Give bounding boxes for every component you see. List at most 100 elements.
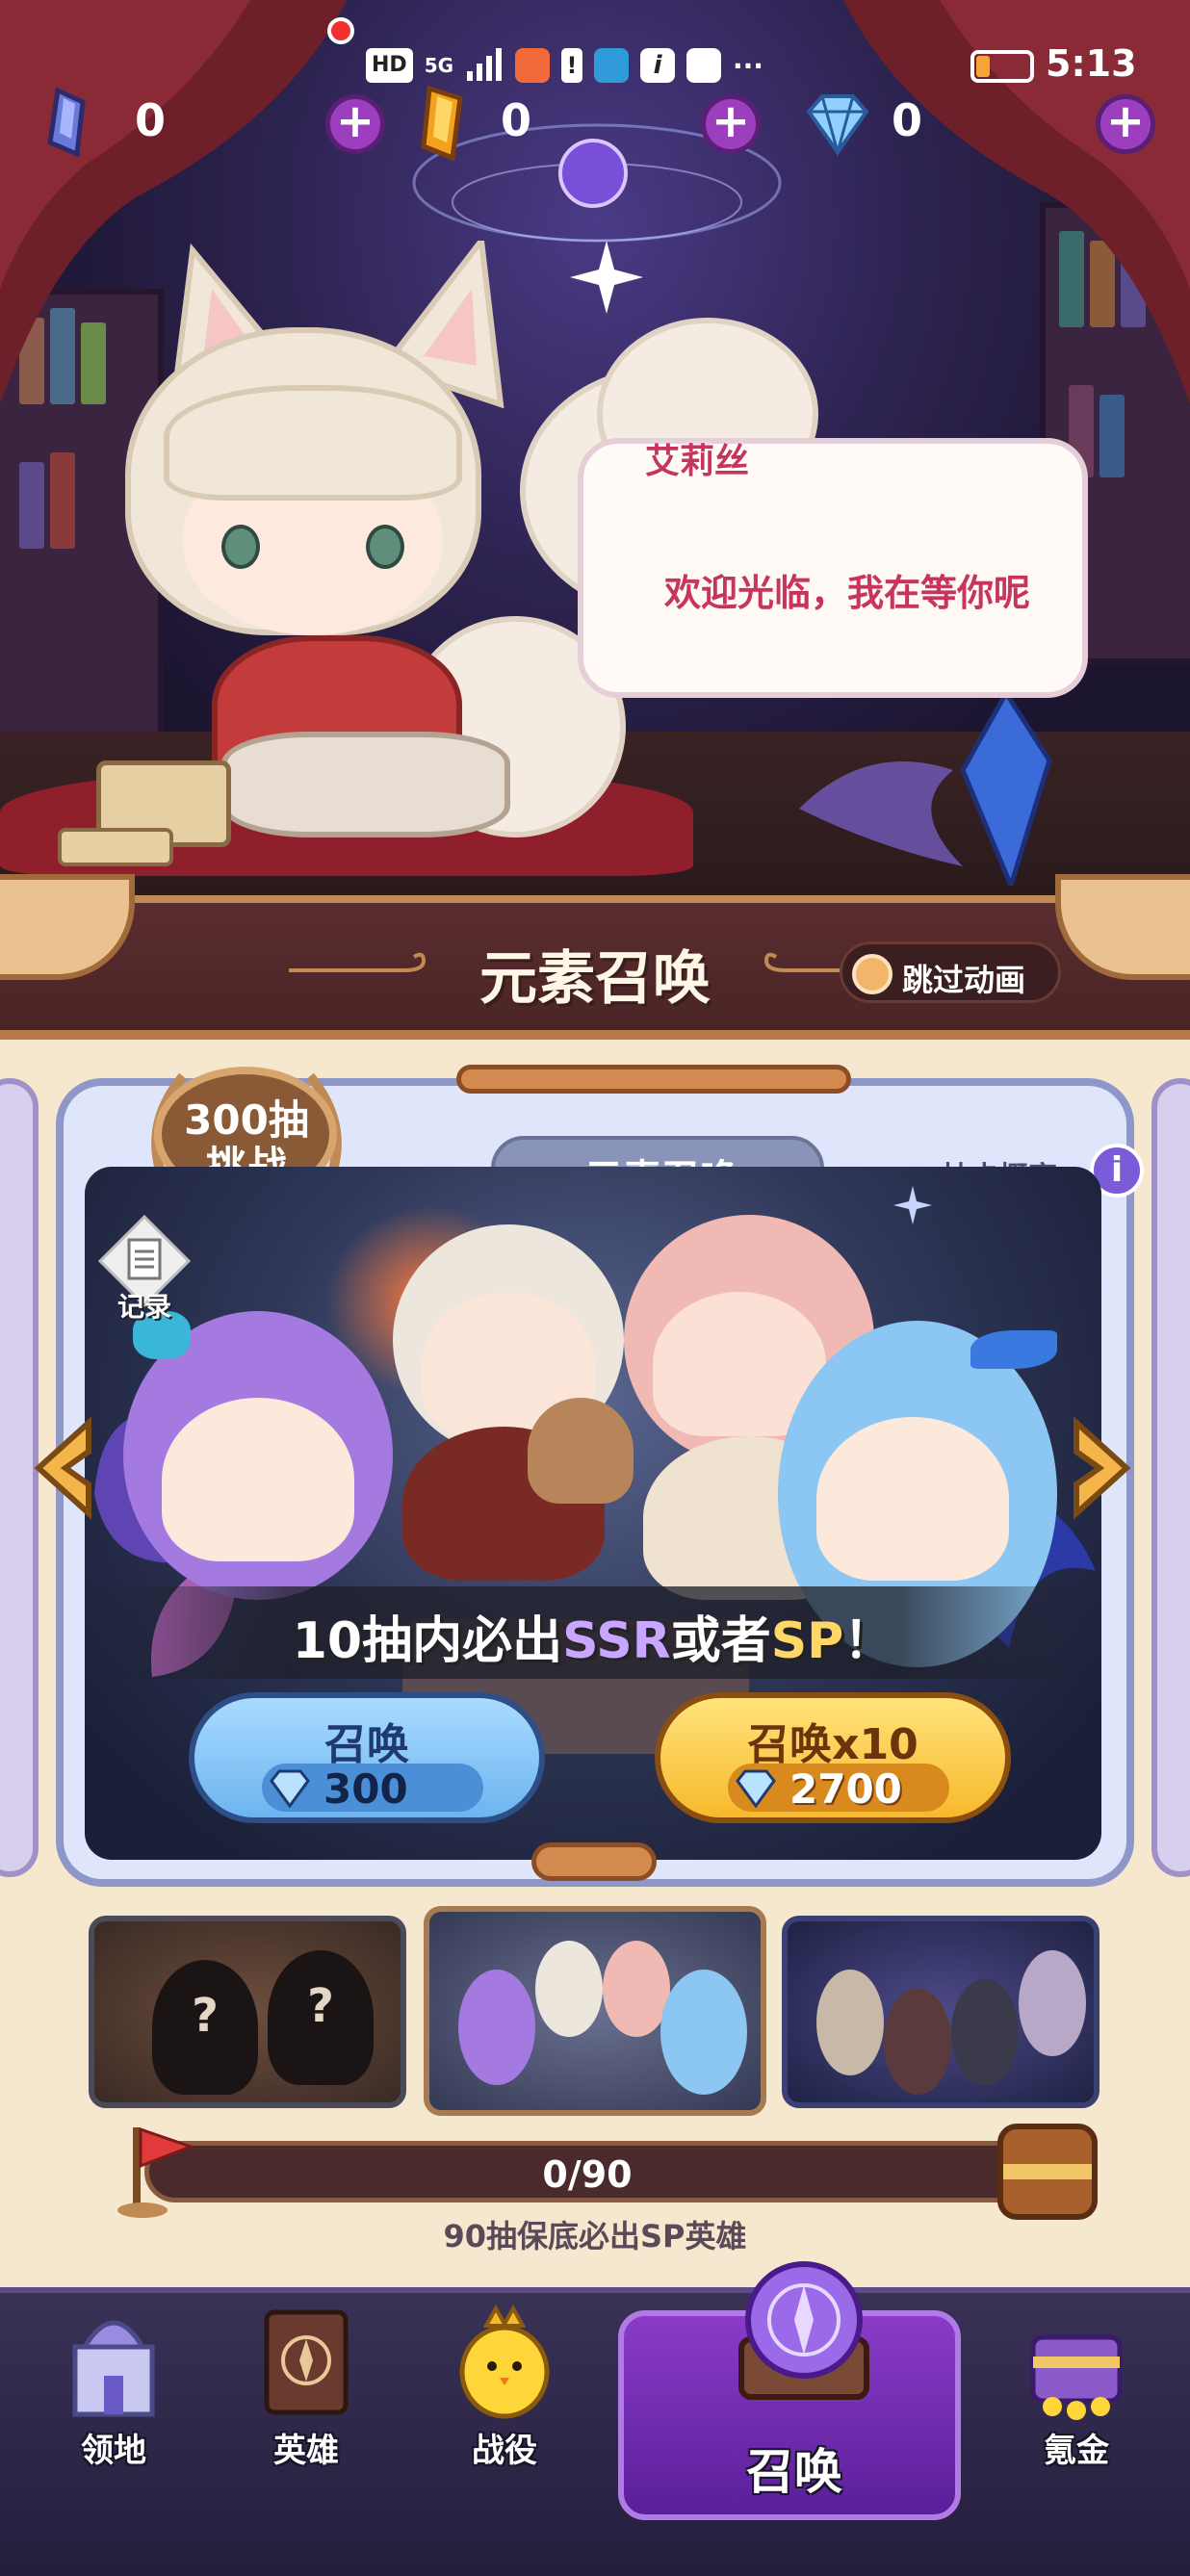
prev-banner-arrow[interactable] <box>29 1415 96 1521</box>
purple-crystal-icon <box>47 87 86 158</box>
currency-gold: 0 + <box>404 85 770 162</box>
bag-icon <box>686 48 722 83</box>
currency-value: 0 <box>135 94 167 146</box>
summon-ten-button[interactable]: 召唤x10 2700 <box>655 1692 1011 1823</box>
thumb-hero <box>884 1989 951 2095</box>
caption-text: 或者 <box>670 1612 771 1670</box>
summon-ten-label: 召唤x10 <box>747 1720 918 1769</box>
question-mark: ? <box>307 1979 334 2033</box>
pity-progress-text: 0/90 <box>542 2153 633 2196</box>
mystery-hero-silhouette: ? <box>152 1960 258 2095</box>
currency-value: 0 <box>892 94 923 146</box>
cost-pill: 2700 <box>728 1764 949 1813</box>
summon-single-cost: 300 <box>323 1765 408 1813</box>
cost-pill: 300 <box>262 1764 483 1813</box>
pity-note: 90抽保底必出SP英雄 <box>443 2218 747 2254</box>
banner-top-ornament <box>456 1065 851 1094</box>
toggle-knob <box>852 954 892 994</box>
banner-thumbnail-mystery[interactable]: ? ? <box>89 1916 406 2108</box>
alert-icon: ! <box>561 48 583 83</box>
summon-altar-icon <box>738 2261 869 2400</box>
spellbook-icon <box>264 2309 349 2415</box>
banner-thumbnail-dark[interactable] <box>782 1916 1099 2108</box>
thumb-hero <box>1019 1950 1086 2056</box>
thumb-hero <box>660 1970 747 2095</box>
character-bangs <box>164 385 462 501</box>
thumb-hero <box>816 1970 884 2075</box>
hd-icon: HD <box>366 48 413 83</box>
add-crystal-button[interactable]: + <box>325 94 385 154</box>
question-mark: ? <box>192 1989 219 2043</box>
nav-summon[interactable]: 召唤 <box>664 2261 924 2530</box>
nav-shop[interactable]: 氪金 <box>980 2299 1173 2530</box>
teddy-bear <box>528 1398 634 1504</box>
pity-progress-bar: 0/90 <box>144 2141 1030 2202</box>
summon-single-button[interactable]: 召唤 300 <box>189 1692 545 1823</box>
guarantee-caption: 10抽内必出SSR或者SP！ <box>85 1600 1101 1672</box>
nav-label: 召唤 <box>746 2444 842 2500</box>
sp-highlight: SP <box>770 1612 844 1670</box>
blue-horn <box>970 1330 1057 1369</box>
diamond-icon <box>270 1769 310 1808</box>
gold-crystal-icon <box>421 85 463 162</box>
caption-text: ！ <box>843 1612 894 1670</box>
next-banner-arrow[interactable] <box>1069 1415 1136 1521</box>
hero-blue-face <box>816 1417 1009 1581</box>
next-banner-card[interactable] <box>1151 1078 1190 1877</box>
currency-value: 0 <box>501 94 532 146</box>
status-icons: HD 5G ! i ··· <box>366 46 763 85</box>
ssr-highlight: SSR <box>562 1612 671 1670</box>
add-diamond-button[interactable]: + <box>1096 94 1155 154</box>
mystery-hero-silhouette: ? <box>268 1950 374 2085</box>
currency-diamond: 0 + <box>799 85 1165 162</box>
title-band: 元素召唤 跳过动画 <box>0 874 1190 1040</box>
castle-icon <box>72 2320 155 2417</box>
nav-label: 领地 <box>81 2432 146 2470</box>
book <box>50 452 75 549</box>
speech-text: 欢迎光临，我在等你呢 <box>663 572 1030 614</box>
network-5g-icon: 5G <box>424 54 454 77</box>
thumb-hero <box>535 1941 603 2037</box>
nav-battle[interactable]: 战役 <box>408 2299 601 2530</box>
left-eye <box>221 525 260 569</box>
nav-label: 氪金 <box>1044 2432 1109 2470</box>
right-eye <box>366 525 404 569</box>
summon-ten-cost: 2700 <box>789 1765 902 1813</box>
book-icon <box>594 48 630 83</box>
nav-hero[interactable]: 英雄 <box>210 2299 402 2530</box>
diamond-icon <box>806 94 869 158</box>
treasure-chest-icon <box>1030 2334 1123 2420</box>
diamond-icon <box>736 1769 776 1808</box>
banner-thumbnail-element-selected[interactable] <box>424 1906 766 2116</box>
reward-chest-icon[interactable] <box>997 2124 1098 2220</box>
book <box>19 462 44 549</box>
sparkle <box>893 1186 932 1224</box>
hero-scene: 艾莉丝 欢迎光临，我在等你呢 HD 5G ! i ··· 5:13 0 + 0 … <box>0 0 1190 895</box>
skip-animation-label: 跳过动画 <box>902 962 1026 998</box>
hero-purple-face <box>162 1398 354 1561</box>
add-gold-button[interactable]: + <box>701 94 761 154</box>
nav-label: 英雄 <box>273 2432 339 2470</box>
app-icon <box>515 48 551 83</box>
clock: 5:13 <box>1046 42 1137 85</box>
nav-territory[interactable]: 领地 <box>17 2299 210 2530</box>
treasure-plate <box>58 828 173 866</box>
battery-icon <box>970 50 1034 83</box>
thumb-hero <box>951 1979 1019 2085</box>
character-skirt <box>221 732 510 837</box>
record-label: 记录 <box>116 1291 171 1323</box>
notification-dot <box>327 17 354 44</box>
speaker-name: 艾莉丝 <box>645 442 750 481</box>
banner-bottom-ornament <box>531 1842 657 1881</box>
chick-knight-icon <box>459 2304 550 2419</box>
summon-single-label: 召唤 <box>324 1720 409 1769</box>
caption-text: 10抽内必出 <box>292 1612 563 1670</box>
battery-fill <box>976 56 990 77</box>
skip-animation-toggle[interactable]: 跳过动画 <box>840 941 1061 1003</box>
currency-crystal: 0 + <box>29 85 395 162</box>
signal-icon <box>467 48 503 81</box>
purple-ribbon <box>799 761 963 866</box>
thumb-hero <box>458 1970 535 2085</box>
chest-band <box>1003 2164 1092 2179</box>
nav-label: 战役 <box>472 2432 537 2470</box>
